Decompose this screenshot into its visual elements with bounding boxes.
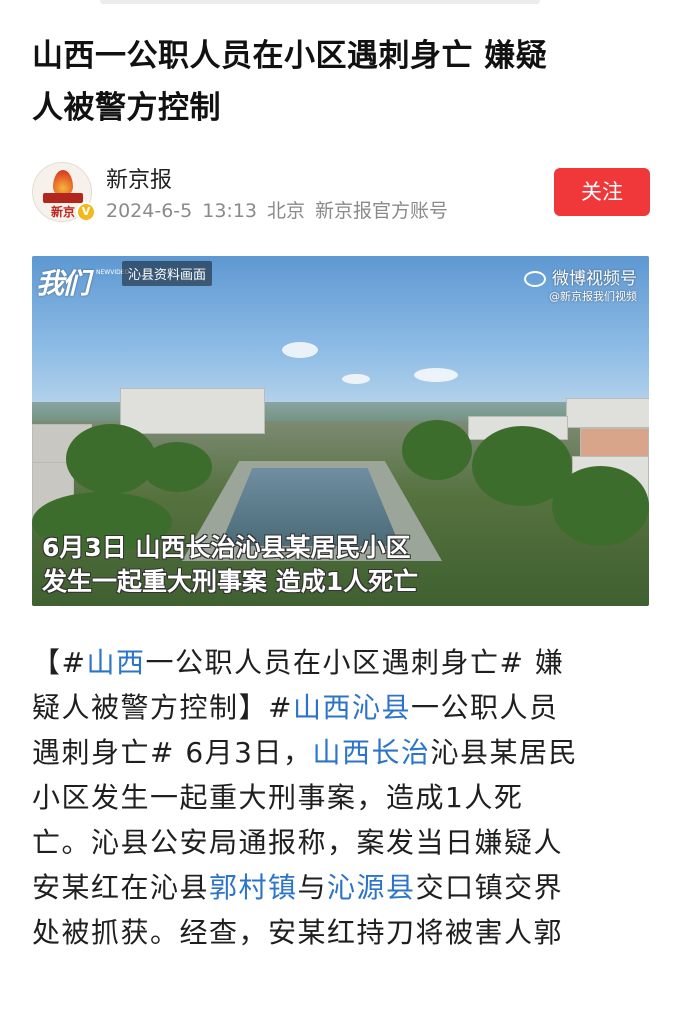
account-type: 新京报官方账号 bbox=[315, 200, 449, 222]
video-logo-sub: NEWVIDEO bbox=[96, 270, 129, 276]
post-meta: 2024-6-5 13:13 北京 新京报官方账号 bbox=[106, 196, 458, 223]
title-line-1: 山西一公职人员在小区遇刺身亡 嫌疑 bbox=[32, 38, 548, 74]
video-building bbox=[120, 388, 265, 434]
video-cloud bbox=[414, 368, 458, 382]
location-link-guocun[interactable]: 郭村镇 bbox=[209, 871, 298, 904]
video-player[interactable]: 我们 NEWVIDEO 沁县资料画面 微博视频号 @新京报我们视频 6月3日 山… bbox=[32, 256, 649, 606]
topic-link-shanxi-qinxian[interactable]: 山西沁县 bbox=[293, 691, 411, 724]
body-text: 安某红在沁县 bbox=[32, 871, 210, 904]
body-line: 【#山西一公职人员在小区遇刺身亡# 嫌 bbox=[32, 640, 652, 685]
follow-button[interactable]: 关注 bbox=[554, 168, 650, 216]
post-location: 北京 bbox=[267, 200, 306, 222]
article-title: 山西一公职人员在小区遇刺身亡 嫌疑 人被警方控制 bbox=[32, 30, 652, 134]
body-line: 遇刺身亡# 6月3日，山西长治沁县某居民 bbox=[32, 730, 652, 775]
video-tree bbox=[402, 420, 472, 480]
body-text: 一公职人员 bbox=[410, 691, 559, 724]
weibo-watermark: 微博视频号 bbox=[524, 264, 637, 289]
body-line: 小区发生一起重大刑事案，造成1人死 bbox=[32, 781, 524, 814]
author-name[interactable]: 新京报 bbox=[106, 162, 172, 194]
logo-base bbox=[43, 193, 83, 203]
video-building bbox=[566, 398, 649, 428]
post-date: 2024-6-5 bbox=[106, 200, 193, 222]
body-line: 安某红在沁县郭村镇与沁源县交口镇交界 bbox=[32, 865, 652, 910]
video-tree bbox=[142, 442, 212, 492]
video-logo: 我们 bbox=[36, 267, 90, 300]
author-bar: 新京 V 新京报 2024-6-5 13:13 北京 新京报官方账号 关注 bbox=[32, 158, 652, 230]
body-text: 与 bbox=[297, 871, 328, 904]
verified-badge-icon: V bbox=[76, 202, 96, 222]
video-building bbox=[580, 428, 649, 458]
title-line-2: 人被警方控制 bbox=[32, 90, 221, 126]
video-cloud bbox=[282, 342, 318, 358]
post-time: 13:13 bbox=[202, 200, 258, 222]
location-link-shanxi-changzhi[interactable]: 山西长治 bbox=[313, 736, 431, 769]
body-text: 交口镇交界 bbox=[415, 871, 564, 904]
weibo-icon bbox=[524, 271, 546, 287]
location-link-qinyuan[interactable]: 沁源县 bbox=[327, 871, 416, 904]
body-text: 疑人被警方控制】# bbox=[32, 691, 293, 724]
video-caption-line-1: 6月3日 山西长治沁县某居民小区 bbox=[42, 533, 411, 562]
body-line: 亡。沁县公安局通报称，案发当日嫌疑人 bbox=[32, 826, 564, 859]
top-scroll-strip bbox=[100, 0, 540, 4]
body-line: 处被抓获。经查，安某红持刀将被害人郭 bbox=[32, 916, 564, 949]
body-text: 【# bbox=[32, 646, 87, 679]
video-source-tag: 沁县资料画面 bbox=[122, 261, 213, 286]
body-text: 沁县某居民 bbox=[430, 736, 579, 769]
video-cloud bbox=[342, 374, 370, 384]
body-line: 疑人被警方控制】#山西沁县一公职人员 bbox=[32, 685, 652, 730]
body-text: 遇刺身亡# 6月3日， bbox=[32, 736, 313, 769]
weibo-label: 微博视频号 bbox=[552, 269, 637, 289]
article-body: 【#山西一公职人员在小区遇刺身亡# 嫌 疑人被警方控制】#山西沁县一公职人员 遇… bbox=[32, 640, 652, 955]
weibo-account: @新京报我们视频 bbox=[549, 290, 637, 303]
topic-link-shanxi[interactable]: 山西 bbox=[86, 646, 145, 679]
video-caption-line-2: 发生一起重大刑事案 造成1人死亡 bbox=[42, 567, 419, 596]
body-text: 一公职人员在小区遇刺身亡# 嫌 bbox=[145, 646, 565, 679]
